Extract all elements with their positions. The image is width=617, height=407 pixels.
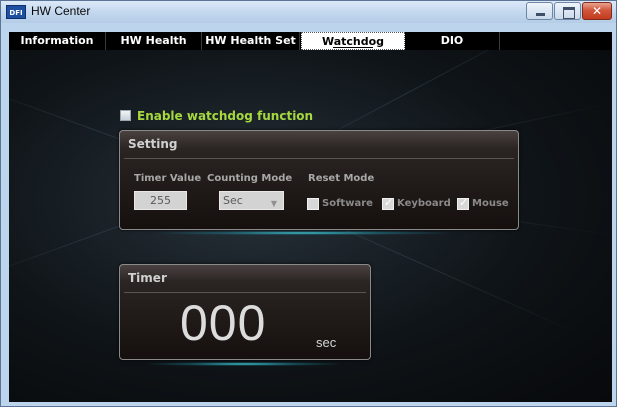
timer-panel-title: Timer — [128, 271, 167, 285]
main-content: Information HW Health HW Health Set Watc… — [9, 32, 612, 402]
software-checkbox[interactable] — [307, 197, 319, 210]
enable-watchdog-label[interactable]: Enable watchdog function — [137, 109, 313, 123]
tab-hw-health[interactable]: HW Health — [106, 32, 202, 50]
keyboard-label: Keyboard — [397, 198, 451, 209]
title-bar[interactable]: DFI HW Center ✕ — [1, 1, 616, 23]
reset-mode-label: Reset Mode — [308, 173, 375, 184]
setting-glow — [159, 231, 449, 235]
setting-panel: Setting Timer Value Counting Mode Reset … — [119, 130, 519, 230]
tab-dio[interactable]: DIO — [405, 32, 500, 50]
reset-option-software[interactable]: Software — [307, 193, 373, 210]
timer-unit: sec — [316, 335, 337, 350]
timer-value-input[interactable]: 255 — [134, 191, 187, 210]
minimize-button[interactable] — [526, 2, 553, 20]
app-window: DFI HW Center ✕ Information HW Health HW… — [0, 0, 617, 407]
window-title: HW Center — [31, 4, 91, 18]
counting-mode-label: Counting Mode — [207, 173, 293, 184]
enable-watchdog-checkbox[interactable] — [120, 110, 131, 121]
maximize-button[interactable] — [554, 2, 581, 20]
counting-mode-value: Sec — [223, 194, 243, 207]
enable-watchdog-row[interactable]: Enable watchdog function — [120, 105, 313, 123]
mouse-checkbox[interactable] — [457, 196, 469, 210]
app-logo-icon: DFI — [6, 5, 26, 19]
mouse-label: Mouse — [472, 198, 509, 209]
reset-option-keyboard[interactable]: Keyboard — [382, 193, 451, 210]
timer-value-label: Timer Value — [134, 173, 202, 184]
dropdown-arrow-icon: ▼ — [270, 199, 277, 208]
timer-panel: Timer 000 sec — [119, 264, 371, 360]
tab-watchdog[interactable]: Watchdog — [301, 32, 405, 50]
setting-panel-title: Setting — [128, 137, 178, 151]
tab-hw-health-set[interactable]: HW Health Set — [202, 32, 300, 50]
tab-bar: Information HW Health HW Health Set Watc… — [9, 32, 612, 50]
software-label: Software — [322, 198, 373, 209]
reset-option-mouse[interactable]: Mouse — [457, 193, 509, 210]
tab-information[interactable]: Information — [9, 32, 106, 50]
setting-divider — [124, 158, 514, 159]
timer-countdown-value: 000 — [180, 295, 267, 351]
close-button[interactable]: ✕ — [582, 2, 612, 20]
timer-glow — [149, 362, 339, 366]
counting-mode-select[interactable]: Sec ▼ — [219, 191, 284, 210]
close-icon: ✕ — [591, 4, 603, 18]
keyboard-checkbox[interactable] — [382, 196, 394, 210]
